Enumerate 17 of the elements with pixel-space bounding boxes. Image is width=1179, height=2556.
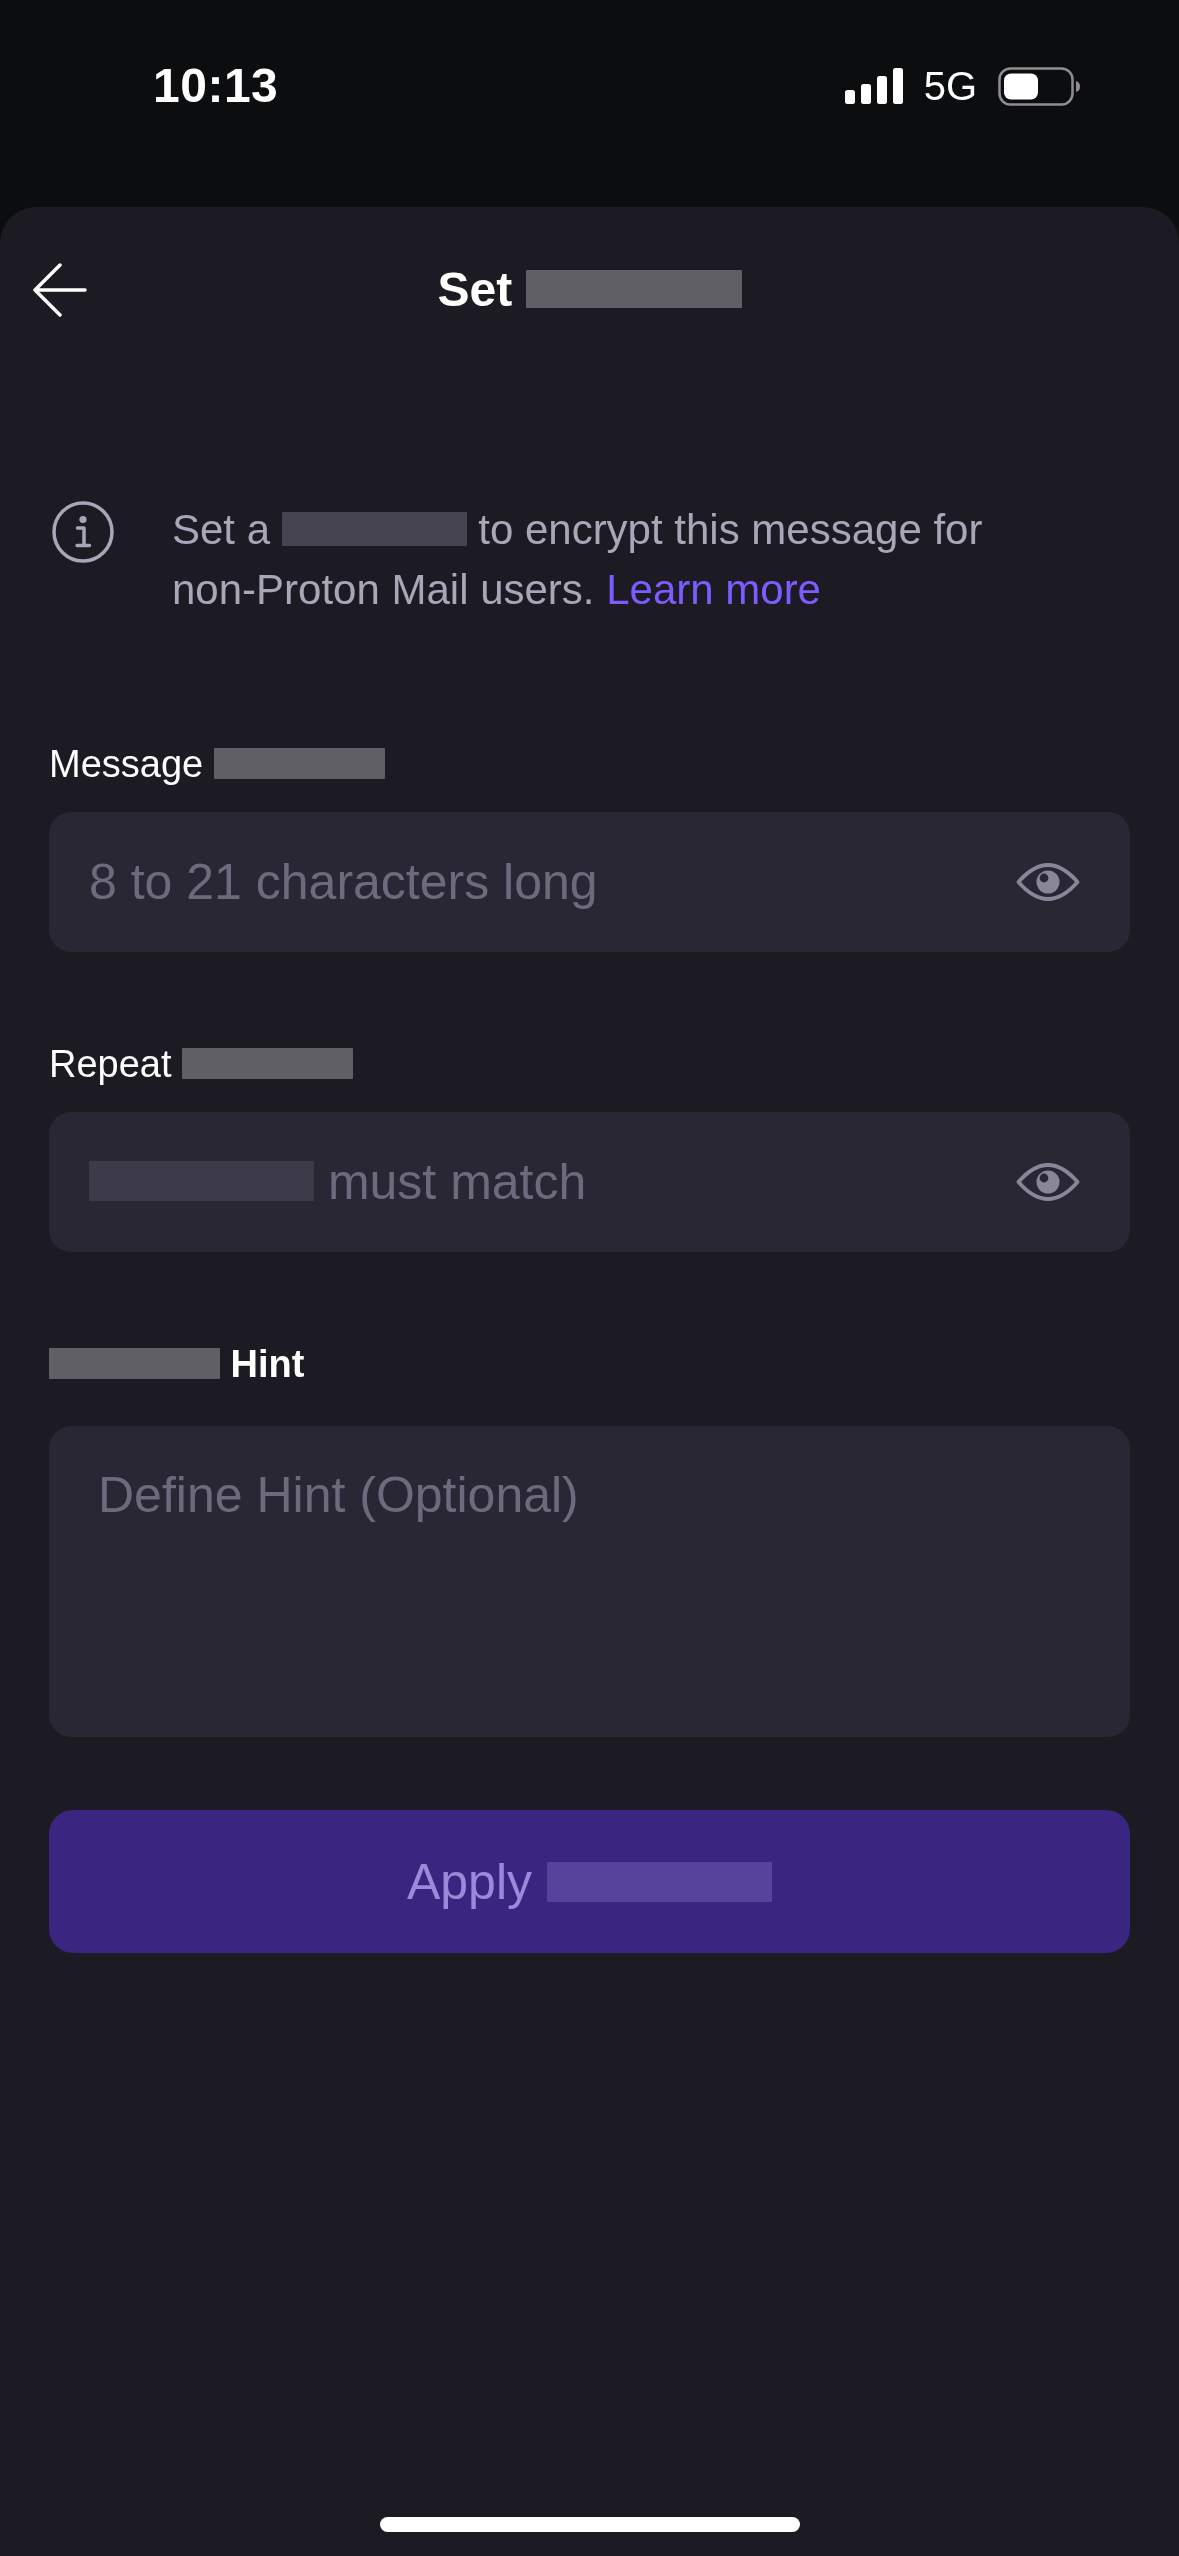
status-time: 10:13 xyxy=(153,62,279,110)
text-area-field[interactable]: Define Hint (Optional) xyxy=(49,1426,1130,1737)
field-label: Repeat xyxy=(49,1043,172,1085)
field-label: Message xyxy=(49,743,204,785)
eye-icon[interactable] xyxy=(1016,1160,1080,1204)
info-icon xyxy=(52,501,114,563)
field-label: Hint xyxy=(230,1343,305,1385)
network-label: 5G xyxy=(923,63,977,110)
screen-title: Set xyxy=(437,263,513,316)
arrow-left-icon[interactable] xyxy=(33,263,87,317)
input-field[interactable]: 8 to 21 characters long xyxy=(49,812,1130,952)
signal-icon xyxy=(844,68,903,104)
battery-icon xyxy=(998,66,1080,106)
eye-icon[interactable] xyxy=(1016,860,1080,904)
input-field[interactable]: must match xyxy=(49,1112,1130,1252)
info-text: Set a to encrypt this message for non-Proton Mail users. Learn more xyxy=(172,505,984,615)
learn-more-link[interactable]: Learn more xyxy=(606,566,821,613)
